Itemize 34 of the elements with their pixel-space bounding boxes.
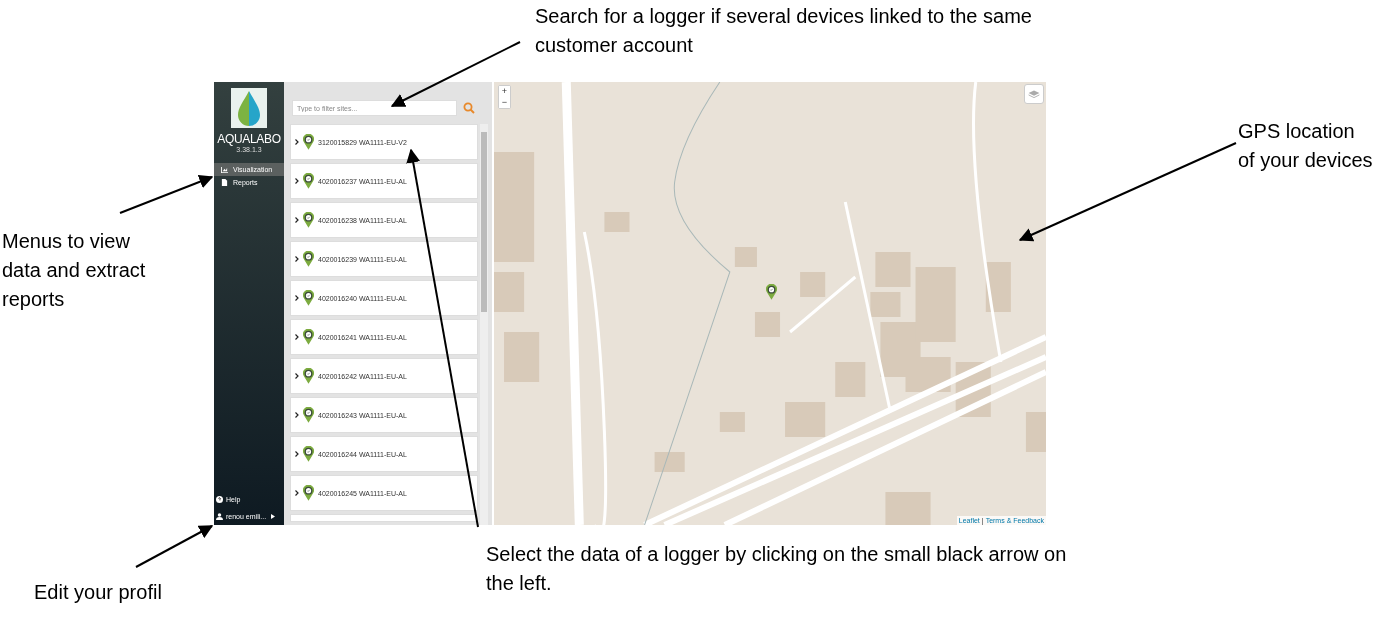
annotation-text: Select the data of a logger by clicking on the small black arrow on the left. [486,542,1068,596]
scrollbar[interactable] [480,124,488,525]
annotation-text: Menus to view data and extract reports [2,229,147,312]
annotation-text: Edit your profil [34,580,163,605]
pin-icon [303,329,314,345]
chevron-icon[interactable] [295,139,299,145]
chevron-icon[interactable] [295,295,299,301]
pin-icon [303,485,314,501]
chevron-icon[interactable] [295,178,299,184]
pin-icon [303,407,314,423]
water-drop-logo [231,88,267,128]
chevron-icon[interactable] [295,490,299,496]
map-marker-icon [766,284,777,300]
chevron-icon[interactable] [295,334,299,340]
chevron-icon[interactable] [295,217,299,223]
chevron-icon[interactable] [295,451,299,457]
pin-icon [303,368,314,384]
pin-icon [303,446,314,462]
pin-icon [303,134,314,150]
pin-icon [303,251,314,267]
document-icon [221,179,228,186]
pin-icon [303,290,314,306]
chevron-icon[interactable] [295,412,299,418]
brand-name: AQUALABO [216,132,282,146]
pin-icon [303,212,314,228]
chevron-icon[interactable] [295,373,299,379]
caret-icon [271,514,276,519]
chevron-icon[interactable] [295,256,299,262]
help-icon [216,496,223,503]
annotation-text: Search for a logger if several devices linked to the same customer account [535,4,1033,58]
annotation-text: GPS location of your devices [1238,119,1373,173]
chart-icon [221,166,228,173]
pin-icon [303,173,314,189]
user-icon [216,513,223,520]
